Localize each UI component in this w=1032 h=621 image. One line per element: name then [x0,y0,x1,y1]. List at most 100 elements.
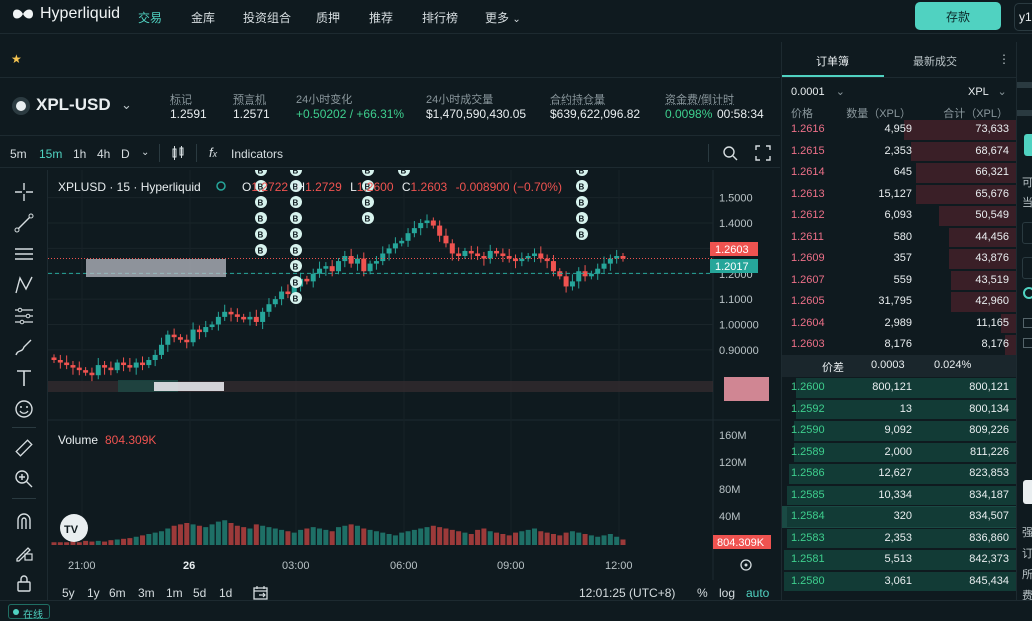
bid-row[interactable]: 1.2584 320 834,507 [782,506,1017,528]
interval-4h[interactable]: 4h [97,147,110,161]
bid-row[interactable]: 1.2592 13 800,134 [782,399,1017,421]
bid-row[interactable]: 1.2586 12,627 823,853 [782,463,1017,485]
ask-row[interactable]: 1.2614 645 66,321 [782,162,1017,184]
nav-item-referrals[interactable]: 推荐 [369,9,393,26]
range-5d[interactable]: 5d [193,586,206,600]
log-toggle[interactable]: log [719,586,735,600]
interval-15m[interactable]: 15m [39,147,62,161]
volume-bar [449,529,455,545]
nav-item-trade[interactable]: 交易 [138,9,162,26]
bid-row[interactable]: 1.2581 5,513 842,373 [782,549,1017,571]
deposit-button[interactable]: 存款 [915,2,1001,30]
bid-row[interactable]: 1.2580 3,061 845,434 [782,571,1017,593]
bid-row[interactable]: 1.2589 2,000 811,226 [782,442,1017,464]
chevron-down-icon[interactable]: ⌄ [141,147,149,158]
volume-bar [184,523,190,545]
ask-row[interactable]: 1.2616 4,959 73,633 [782,119,1017,141]
ask-row[interactable]: 1.2613 15,127 65,676 [782,184,1017,206]
chevron-down-icon[interactable]: ⌄ [121,97,132,113]
star-icon[interactable]: ★ [11,52,22,66]
checkbox[interactable] [1023,318,1032,328]
magnet-icon[interactable] [14,511,34,531]
ruler-icon[interactable] [14,438,34,458]
panel-input[interactable] [1022,222,1032,244]
bid-size: 9,092 [884,424,912,436]
percent-toggle[interactable]: % [697,586,708,600]
order-side-toggle[interactable] [1024,134,1032,156]
submit-button[interactable] [1023,480,1032,504]
account-button[interactable]: y1 [1014,3,1032,31]
ask-row[interactable]: 1.2615 2,353 68,674 [782,141,1017,163]
volume-bar [317,528,323,545]
range-6m[interactable]: 6m [109,586,126,600]
lock-icon[interactable] [14,573,34,593]
range-5y[interactable]: 5y [62,586,75,600]
range-3m[interactable]: 3m [138,586,155,600]
ask-total: 50,549 [975,209,1009,221]
range-1m[interactable]: 1m [166,586,183,600]
ask-row[interactable]: 1.2604 2,989 11,165 [782,313,1017,335]
nav-item-more[interactable]: 更多 ⌄ [485,9,521,26]
nav-item-portfolio[interactable]: 投资组合 [243,9,291,26]
interval-d[interactable]: D [121,147,130,161]
ask-row[interactable]: 1.2605 31,795 42,960 [782,291,1017,313]
tick-size-select[interactable]: 0.0001 ⌄ [791,85,845,98]
ask-row[interactable]: 1.2603 8,176 8,176 [782,334,1017,356]
lock-pencil-icon[interactable] [14,542,34,562]
volume-bar [310,527,316,545]
panel-input[interactable] [1022,257,1032,279]
volume-bar [146,534,152,545]
bid-row[interactable]: 1.2600 800,121 800,121 [782,377,1017,399]
volume-tick: 160M [719,430,747,442]
zoom-chart-icon[interactable] [722,145,738,161]
volume-bar [481,528,487,545]
favorites-bar: ★ [0,42,780,78]
bid-price: 1.2581 [791,553,825,565]
order-book-panel: 订单簿 最新成交 ⋮ 0.0001 ⌄ XPL ⌄ 价格 数量（XPL） 合计（… [781,42,1017,600]
interval-1h[interactable]: 1h [73,147,86,161]
candle-body [121,362,127,366]
price-chart[interactable]: BBBBBBBBBBBBBBBBBBBB BBBBB XPLUSD · 15 · … [48,170,780,580]
range-1y[interactable]: 1y [87,586,100,600]
pattern-icon[interactable] [14,275,34,295]
bid-row[interactable]: 1.2585 10,334 834,187 [782,485,1017,507]
bid-size: 10,334 [878,488,912,501]
fib-icon[interactable] [14,306,34,326]
function-icon[interactable]: fx [209,145,217,160]
auto-toggle[interactable]: auto [746,586,769,600]
volume-bar [165,528,171,545]
buy-marker-label: B [258,215,264,224]
range-1d[interactable]: 1d [219,586,232,600]
brush-icon[interactable] [14,337,34,357]
crosshair-icon[interactable] [14,182,34,202]
ask-row[interactable]: 1.2609 357 43,876 [782,248,1017,270]
market-symbol[interactable]: XPL-USD [36,95,111,115]
calendar-goto-icon[interactable] [253,585,269,601]
nav-item-staking[interactable]: 质押 [316,9,340,26]
indicators-button[interactable]: Indicators [231,147,283,161]
tab-order-book[interactable]: 订单簿 [816,53,849,69]
zoom-in-icon[interactable] [14,469,34,489]
horizontal-lines-icon[interactable] [14,244,34,264]
chart-title: XPLUSD · 15 · Hyperliquid [58,180,201,194]
trendline-icon[interactable] [14,213,34,233]
fullscreen-icon[interactable] [755,145,771,161]
text-tool-icon[interactable] [14,368,34,388]
tab-recent-trades[interactable]: 最新成交 [913,53,957,69]
bid-row[interactable]: 1.2583 2,353 836,860 [782,528,1017,550]
more-vertical-icon[interactable]: ⋮ [998,52,1010,66]
checkbox[interactable] [1023,338,1032,348]
brand-logo[interactable]: Hyperliquid [12,5,120,23]
ask-row[interactable]: 1.2611 580 44,456 [782,227,1017,249]
candle-type-icon[interactable] [170,145,186,161]
nav-item-leaderboard[interactable]: 排行榜 [422,9,458,26]
interval-5m[interactable]: 5m [10,147,27,161]
ask-row[interactable]: 1.2607 559 43,519 [782,270,1017,292]
emoji-icon[interactable] [14,399,34,419]
nav-item-vaults[interactable]: 金库 [191,9,215,26]
unit-select[interactable]: XPL ⌄ [968,85,1007,98]
bid-row[interactable]: 1.2590 9,092 809,226 [782,420,1017,442]
ask-row[interactable]: 1.2612 6,093 50,549 [782,205,1017,227]
buy-marker-label: B [258,231,264,240]
slider-handle[interactable] [1023,287,1032,299]
